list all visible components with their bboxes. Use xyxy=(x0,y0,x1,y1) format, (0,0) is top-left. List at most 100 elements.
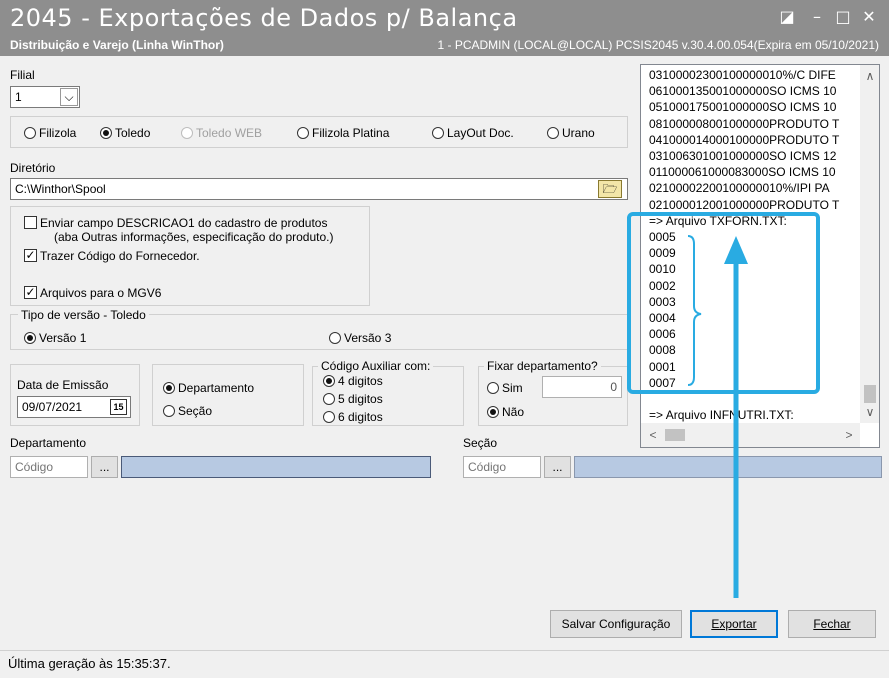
checkbox-box xyxy=(24,216,37,229)
fixar-departamento-input[interactable]: 0 xyxy=(542,376,622,398)
fechar-button[interactable]: Fechar xyxy=(788,610,876,638)
filial-value: 1 xyxy=(15,90,22,104)
radio-toledo[interactable]: Toledo xyxy=(100,126,150,140)
check-icon: ✓ xyxy=(24,285,37,299)
radio-circle xyxy=(323,375,335,387)
scroll-up-icon[interactable]: ∧ xyxy=(860,69,879,83)
export-log-text: 03100002300100000010%/C DIFE 061000135001… xyxy=(649,67,854,423)
log-line: 021000012001000000PRODUTO T xyxy=(649,197,840,212)
close-button[interactable]: ✕ xyxy=(856,6,882,28)
status-bar: Última geração às 15:35:37. xyxy=(0,650,889,678)
log-line: 0002 xyxy=(649,278,676,293)
scrollbar-thumb[interactable] xyxy=(864,385,876,403)
radio-versao-1[interactable]: Versão 1 xyxy=(24,331,86,345)
radio-circle xyxy=(181,127,193,139)
calendar-icon[interactable]: 15 xyxy=(110,399,127,415)
horizontal-scrollbar[interactable]: < > xyxy=(641,423,860,447)
radio-circle xyxy=(432,127,444,139)
secao-search-button[interactable]: ... xyxy=(544,456,571,478)
departamento-search-button[interactable]: ... xyxy=(91,456,118,478)
departamento-codigo-input[interactable] xyxy=(10,456,88,478)
fornecedor-checkbox[interactable]: ✓ Trazer Código do Fornecedor. xyxy=(24,249,200,263)
log-line: 0010 xyxy=(649,262,676,277)
check-icon: ✓ xyxy=(24,248,37,262)
fixar-departamento-label: Fixar departamento? xyxy=(484,359,601,373)
radio-departamento[interactable]: Departamento xyxy=(163,381,254,395)
log-line: 0006 xyxy=(649,327,676,342)
log-line: 03100002300100000010%/C DIFE xyxy=(649,68,836,82)
radio-circle xyxy=(323,393,335,405)
log-line: 061000135001000000SO ICMS 10 xyxy=(649,84,837,99)
maximize-button[interactable]: □ xyxy=(830,6,856,28)
radio-versao-3[interactable]: Versão 3 xyxy=(329,331,391,345)
secao-description-field xyxy=(574,456,882,478)
radio-urano[interactable]: Urano xyxy=(547,126,595,140)
radio-circle xyxy=(100,127,112,139)
status-text: Última geração às 15:35:37. xyxy=(8,656,171,671)
folder-icon[interactable]: 🗁 xyxy=(598,180,622,198)
log-line: => Arquivo INFNUTRI.TXT: xyxy=(649,408,794,423)
title-bar: 2045 - Exportações de Dados p/ Balança D… xyxy=(0,0,889,56)
radio-circle xyxy=(24,127,36,139)
restore-icon[interactable]: ◪ xyxy=(774,6,800,28)
radio-circle xyxy=(163,382,175,394)
log-line: 0009 xyxy=(649,246,676,261)
departamento-label: Departamento xyxy=(10,436,87,450)
descricao-checkbox[interactable]: Enviar campo DESCRICAO1 do cadastro de p… xyxy=(24,216,333,244)
radio-toledo-web: Toledo WEB xyxy=(181,126,262,140)
log-line: 0005 xyxy=(649,230,676,245)
minimize-button[interactable]: – xyxy=(804,6,830,28)
log-line: 02100002200100000010%/IPI PA xyxy=(649,181,830,196)
log-line: 051000175001000000SO ICMS 10 xyxy=(649,100,837,115)
user-version-info: 1 - PCADMIN (LOCAL@LOCAL) PCSIS2045 v.30… xyxy=(437,38,880,52)
radio-filizola[interactable]: Filizola xyxy=(24,126,76,140)
secao-codigo-input[interactable] xyxy=(463,456,541,478)
log-line: 081000008001000000PRODUTO T xyxy=(649,116,840,131)
radio-layout-doc[interactable]: LayOut Doc. xyxy=(432,126,514,140)
secao-label: Seção xyxy=(463,436,498,450)
log-line: 0003 xyxy=(649,294,676,309)
mgv6-checkbox[interactable]: ✓ Arquivos para o MGV6 xyxy=(24,286,161,300)
log-line: 0001 xyxy=(649,359,676,374)
log-line: 0008 xyxy=(649,343,676,358)
radio-6-digitos[interactable]: 6 digitos xyxy=(323,410,383,424)
radio-circle xyxy=(487,406,499,418)
log-line: 011000061000083000SO ICMS 10 xyxy=(649,165,836,180)
system-name: Distribuição e Varejo (Linha WinThor) xyxy=(10,38,224,52)
radio-nao[interactable]: Não xyxy=(487,405,524,419)
vertical-scrollbar[interactable]: ∧ ∨ xyxy=(860,65,879,423)
log-line: 0007 xyxy=(649,375,676,390)
exportar-button[interactable]: Exportar xyxy=(690,610,778,638)
scroll-left-icon[interactable]: < xyxy=(643,428,663,442)
tipo-versao-label: Tipo de versão - Toledo xyxy=(18,308,149,322)
scroll-right-icon[interactable]: > xyxy=(839,428,859,442)
radio-4-digitos[interactable]: 4 digitos xyxy=(323,374,383,388)
filial-select[interactable]: 1 ⌵ xyxy=(10,86,80,108)
export-log-panel[interactable]: 03100002300100000010%/C DIFE 061000135001… xyxy=(640,64,880,448)
radio-filizola-platina[interactable]: Filizola Platina xyxy=(297,126,389,140)
radio-circle xyxy=(24,332,36,344)
departamento-description-field xyxy=(121,456,431,478)
log-line: => Arquivo TXFORN.TXT: xyxy=(649,213,787,228)
radio-circle xyxy=(297,127,309,139)
radio-sim[interactable]: Sim xyxy=(487,381,523,395)
radio-circle xyxy=(163,405,175,417)
diretorio-label: Diretório xyxy=(10,161,56,175)
radio-secao[interactable]: Seção xyxy=(163,404,212,418)
scrollbar-thumb-horizontal[interactable] xyxy=(665,429,685,441)
codigo-auxiliar-label: Código Auxiliar com: xyxy=(318,359,434,373)
log-line: 041000014000100000PRODUTO T xyxy=(649,132,840,147)
radio-circle xyxy=(547,127,559,139)
salvar-configuracao-button[interactable]: Salvar Configuração xyxy=(550,610,682,638)
filial-label: Filial xyxy=(10,68,35,82)
diretorio-input[interactable]: C:\Winthor\Spool xyxy=(10,178,628,200)
chevron-down-icon[interactable]: ⌵ xyxy=(60,88,78,106)
window-title: 2045 - Exportações de Dados p/ Balança xyxy=(10,4,518,32)
scroll-down-icon[interactable]: ∨ xyxy=(860,405,879,419)
radio-5-digitos[interactable]: 5 digitos xyxy=(323,392,383,406)
radio-circle xyxy=(329,332,341,344)
radio-circle xyxy=(487,382,499,394)
log-line: 031006301001000000SO ICMS 12 xyxy=(649,149,837,164)
log-line: 0004 xyxy=(649,311,676,326)
